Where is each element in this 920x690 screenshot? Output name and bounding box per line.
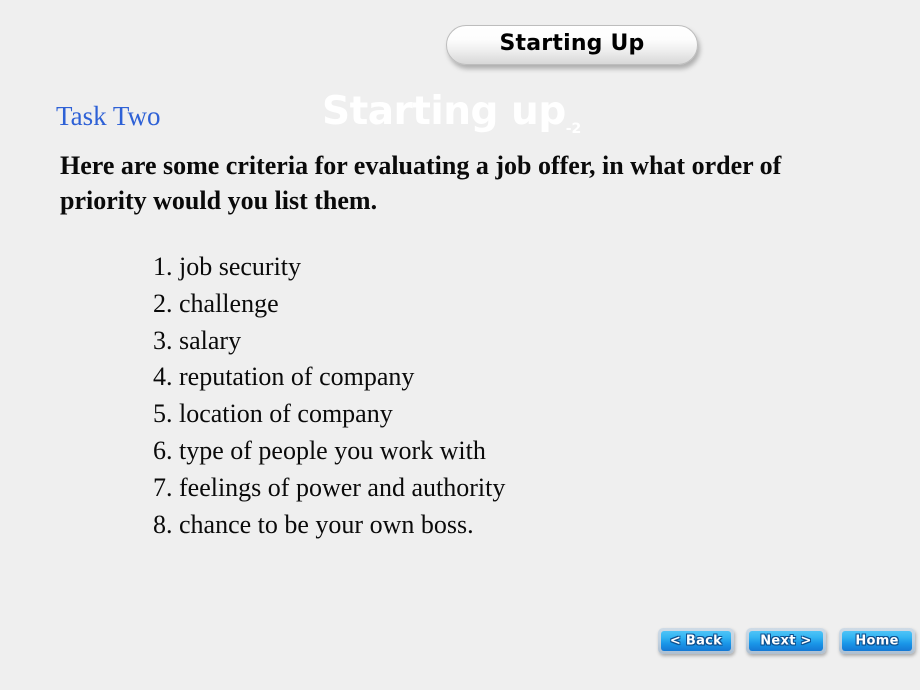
watermark-title: Starting up-2	[322, 89, 582, 137]
list-item-number: 5.	[153, 399, 173, 429]
list-item: 4. reputation of company	[153, 359, 505, 396]
back-button-label: < Back	[669, 633, 723, 648]
list-item-number: 4.	[153, 362, 173, 392]
section-header-label: Starting Up	[499, 31, 645, 56]
list-item-label: type of people you work with	[179, 435, 486, 465]
list-item-number: 7.	[153, 472, 173, 502]
list-item: 5. location of company	[153, 396, 505, 433]
next-button-face: Next >	[749, 631, 823, 651]
watermark-title-subscript: -2	[565, 120, 582, 137]
list-item-label: challenge	[179, 288, 279, 318]
list-item-label: job security	[179, 252, 302, 281]
back-button-face: < Back	[661, 631, 731, 651]
list-item-number: 2.	[153, 288, 173, 318]
list-item: 8. chance to be your own boss.	[153, 507, 505, 544]
list-item-label: feelings of power and authority	[179, 472, 506, 502]
criteria-list: 1. job security 2. challenge 3. salary 4. re…	[153, 249, 505, 543]
next-button-label: Next >	[760, 633, 812, 648]
list-item: 2. challenge	[153, 286, 505, 323]
list-item: 7. feelings of power and authority	[153, 470, 505, 507]
list-item: 6. type of people you work with	[153, 433, 505, 470]
list-item: 1. job security	[153, 249, 505, 286]
watermark-title-text: Starting up	[322, 89, 566, 134]
home-button-label: Home	[855, 633, 899, 648]
list-item: 3. salary	[153, 323, 505, 360]
back-button[interactable]: < Back	[658, 628, 734, 654]
page-title: Here are some criteria for evaluating a …	[60, 151, 782, 216]
list-item-label: salary	[179, 325, 242, 355]
list-item-label: location of company	[179, 399, 393, 429]
list-item-number: 8.	[153, 509, 173, 539]
navigation-bar: < Back Next > Home	[658, 628, 915, 654]
home-button-face: Home	[842, 631, 912, 651]
list-item-label: chance to be your own boss.	[179, 509, 474, 539]
slide-canvas: Starting Up Task Two Starting up-2 Here …	[0, 0, 920, 690]
list-item-number: 3.	[153, 325, 173, 355]
next-button[interactable]: Next >	[746, 628, 826, 654]
section-header-pill: Starting Up	[446, 25, 698, 65]
list-item-number: 1.	[153, 252, 173, 281]
home-button[interactable]: Home	[839, 628, 915, 654]
list-item-label: reputation of company	[179, 362, 415, 392]
task-label: Task Two	[56, 101, 161, 131]
list-item-number: 6.	[153, 435, 173, 465]
